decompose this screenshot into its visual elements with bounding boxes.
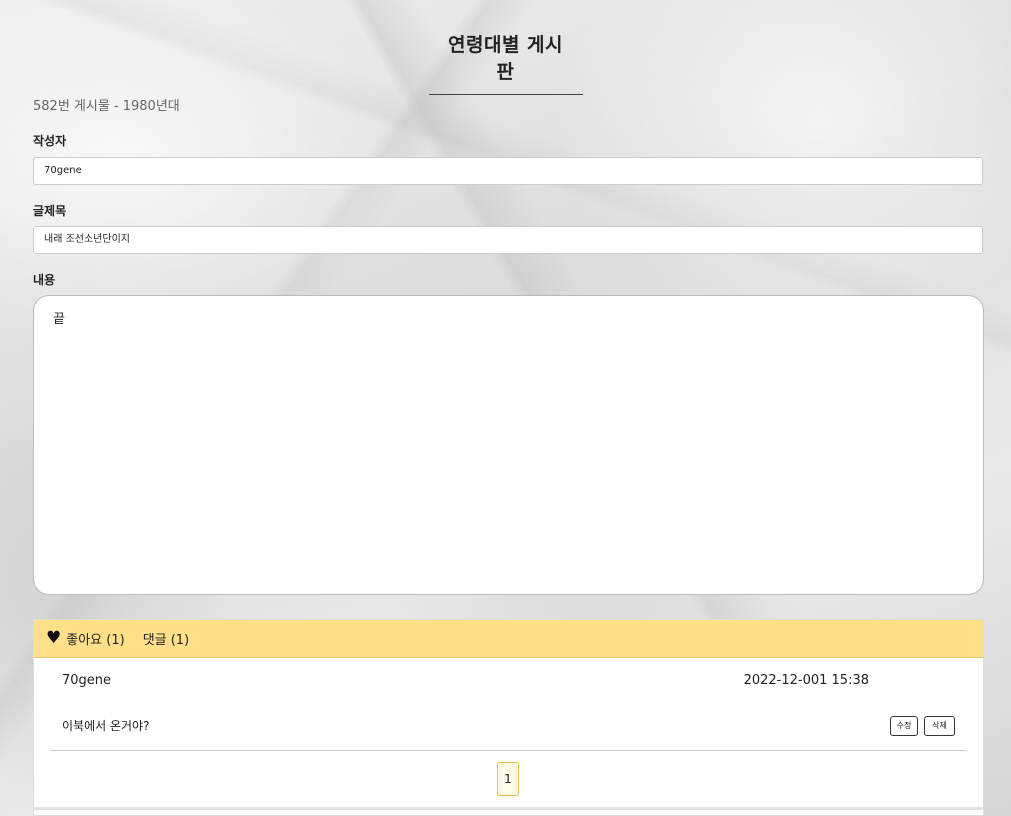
comment-panel: ♥ 좋아요 (1) 댓글 (1) 70gene 2022-12-001 15:3… [33,619,984,816]
content-label: 내용 [33,273,56,287]
panel-divider [34,807,983,810]
comment-count: 댓글 (1) [142,633,190,648]
title-label: 글제목 [33,204,67,218]
post-meta: 582번 게시물 - 1980년대 [33,99,180,114]
page-header: 연령대별 게시판 [0,30,1011,95]
like-count[interactable]: 좋아요 (1) [66,629,124,648]
page-title: 연령대별 게시판 [428,30,583,95]
heart-icon[interactable]: ♥ [46,630,61,647]
delete-comment-button[interactable]: 삭제 [924,716,955,736]
comment-date: 2022-12-001 15:38 [743,673,869,688]
author-field[interactable]: 70gene [33,157,983,185]
comment-item: 70gene 2022-12-001 15:38 이북에서 온거야? 수정 삭제 [50,658,967,751]
content-textarea[interactable]: 끝 [33,295,984,595]
edit-comment-button[interactable]: 수정 [890,716,918,736]
comment-text: 이북에서 온거야? [62,719,150,733]
page-button-1[interactable]: 1 [497,762,519,796]
title-field[interactable]: 내래 조선소년단이지 [33,226,983,254]
comment-author: 70gene [62,673,112,688]
author-label: 작성자 [33,134,67,148]
feedback-bar: ♥ 좋아요 (1) 댓글 (1) [34,620,983,658]
